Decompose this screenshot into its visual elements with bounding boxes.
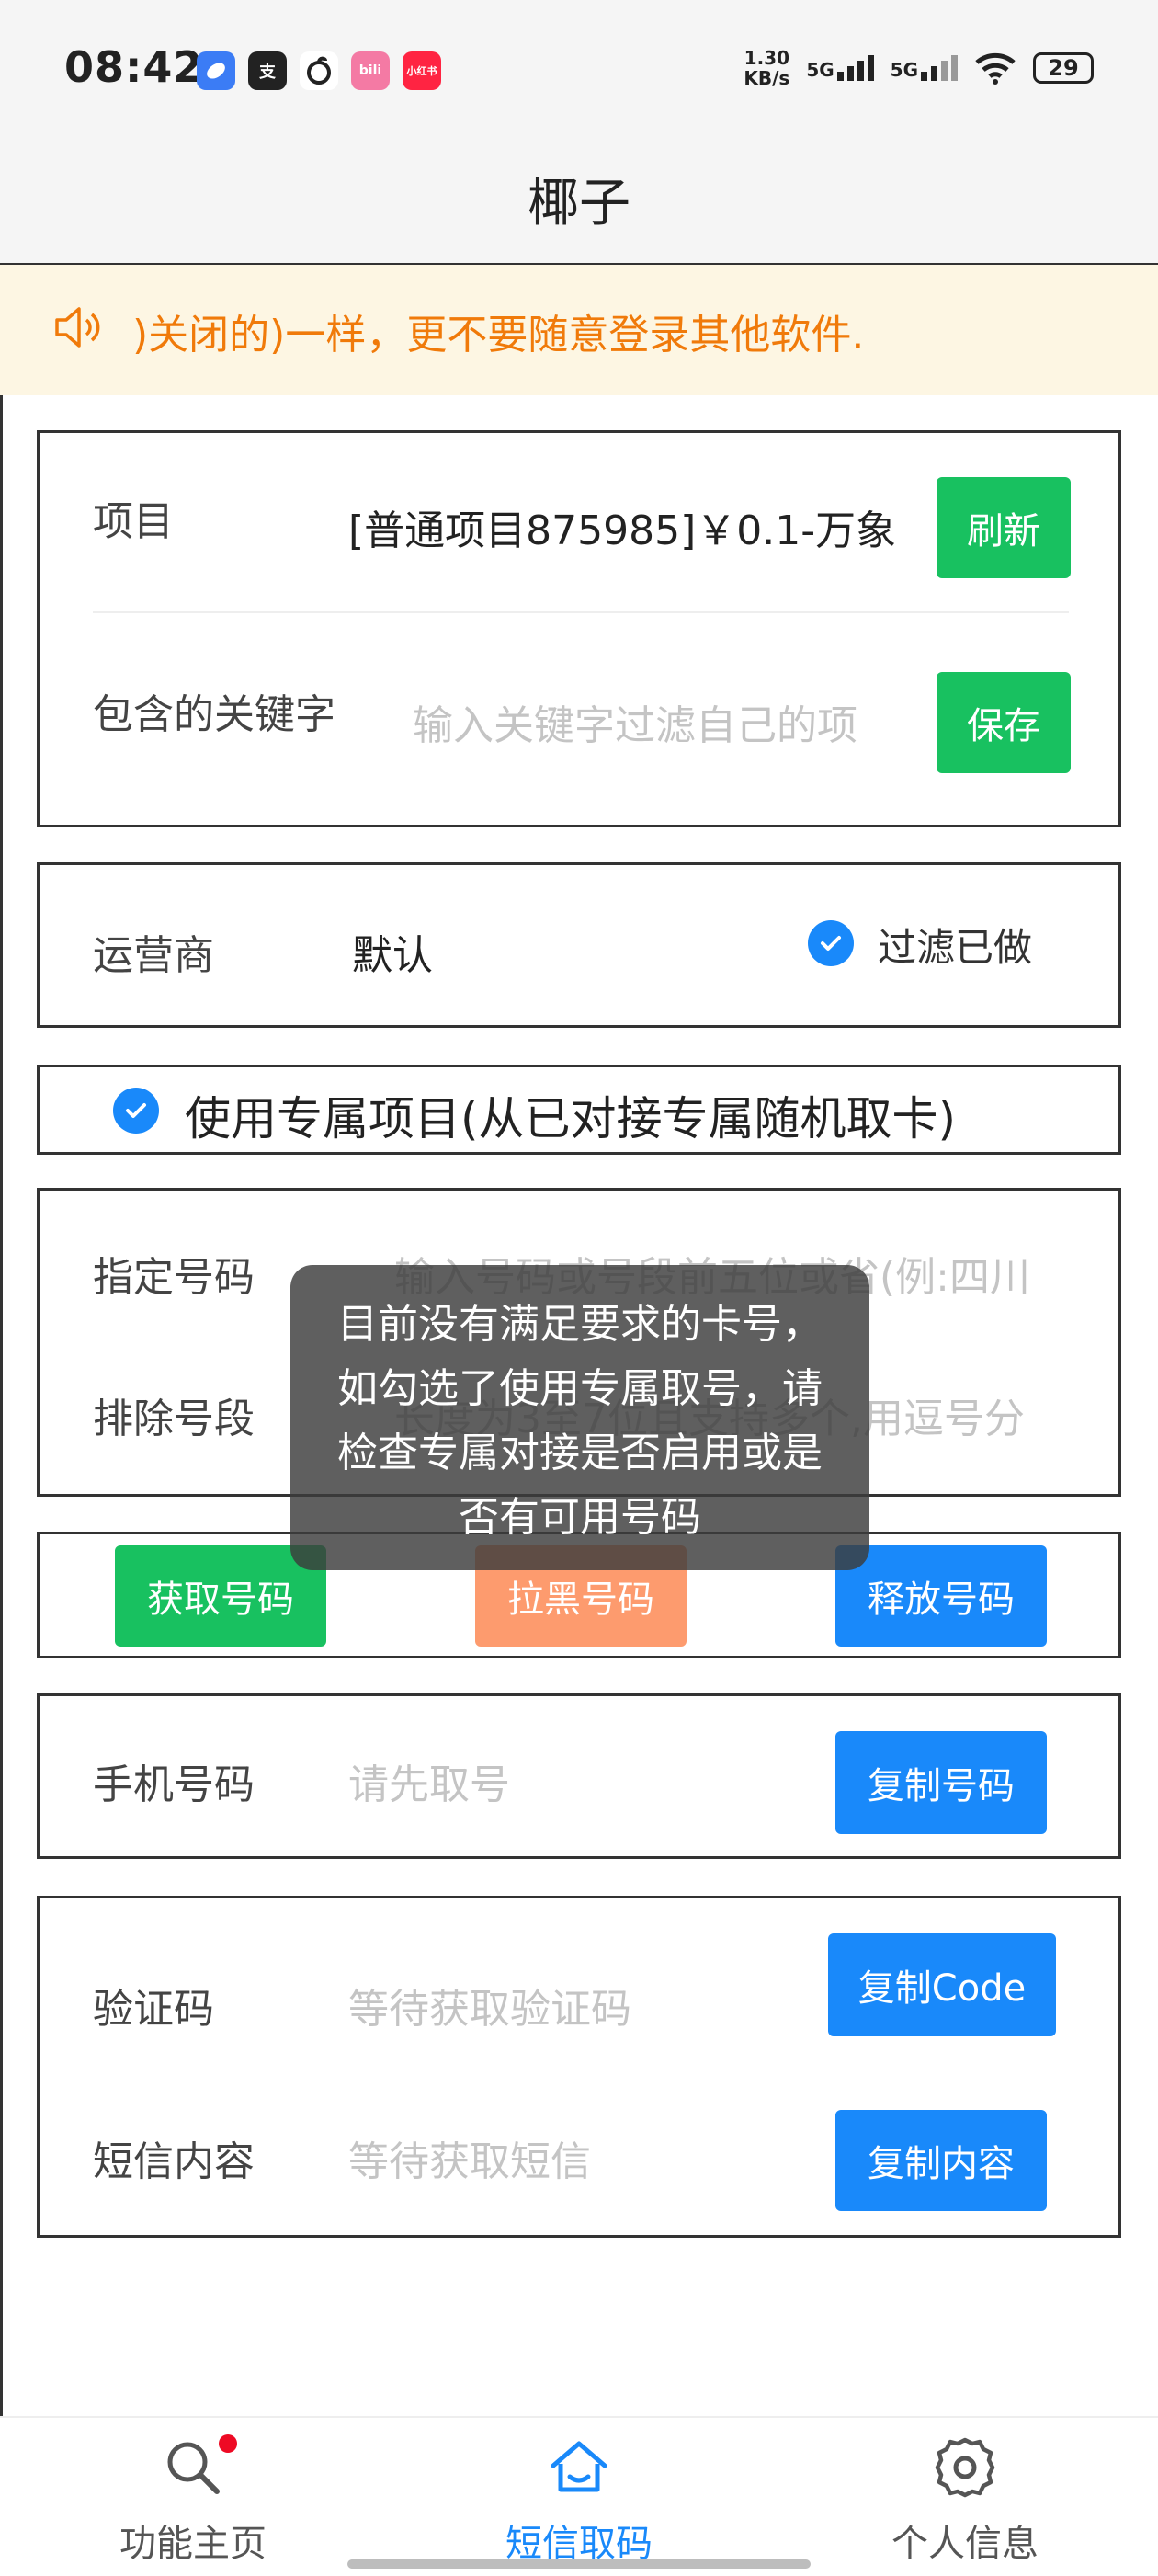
exclusive-label: 使用专属项目(从已对接专属随机取卡): [185, 1092, 957, 1146]
copy-sms-button[interactable]: 复制内容: [835, 2110, 1047, 2211]
project-card: 项目 [普通项目875985]￥0.1-万象 刷新 包含的关键字 输入关键字过滤…: [37, 430, 1121, 827]
check-icon: [821, 936, 841, 951]
signal-bars-icon: [921, 55, 958, 81]
code-card: 验证码 等待获取验证码 复制Code 短信内容 等待获取短信 复制内容: [37, 1896, 1121, 2238]
tab-home[interactable]: 功能主页: [0, 2418, 386, 2576]
tab-label: 个人信息: [891, 2523, 1039, 2565]
signal-5g-2: 5G: [891, 55, 958, 81]
status-app-icons: 支 bili 小红书: [197, 51, 441, 90]
home-icon: [551, 2441, 607, 2492]
refresh-button[interactable]: 刷新: [937, 477, 1071, 578]
wifi-icon: [975, 52, 1016, 85]
tab-sms[interactable]: 短信取码: [386, 2418, 772, 2576]
project-select[interactable]: [普通项目875985]￥0.1-万象: [348, 497, 916, 556]
sms-label: 短信内容: [93, 2138, 255, 2185]
netease-music-app-icon: [300, 51, 338, 90]
toast-message: 目前没有满足要求的卡号，如勾选了使用专属取号，请检查专属对接是否启用或是否有可用…: [290, 1265, 869, 1570]
signal-bars-icon: [836, 55, 874, 81]
release-number-button[interactable]: 释放号码: [835, 1545, 1047, 1647]
keyword-label: 包含的关键字: [93, 691, 335, 738]
check-icon: [126, 1103, 146, 1118]
notice-text: )关闭的)一样，更不要随意登录其他软件.: [132, 312, 865, 359]
keyword-input[interactable]: 输入关键字过滤自己的项: [413, 692, 920, 751]
exclude-segment-label: 排除号段: [93, 1396, 255, 1442]
gear-icon: [935, 2437, 995, 2498]
bilibili-app-icon: bili: [351, 51, 390, 90]
search-icon: [167, 2442, 220, 2494]
code-value: 等待获取验证码: [348, 1986, 631, 2033]
status-indicators: 1.30 KB/s 5G 5G 29: [744, 48, 1094, 88]
battery-indicator: 29: [1033, 52, 1094, 84]
sms-value: 等待获取短信: [348, 2138, 591, 2185]
status-time: 08:42: [64, 42, 204, 92]
notification-badge: [219, 2434, 237, 2453]
speaker-icon: [55, 307, 100, 348]
carrier-label: 运营商: [93, 932, 214, 979]
tab-profile[interactable]: 个人信息: [772, 2418, 1158, 2576]
nav-bar: 椰子: [0, 138, 1158, 265]
divider: [93, 611, 1069, 613]
tab-label: 功能主页: [119, 2523, 267, 2565]
tab-bar: 功能主页 短信取码 个人信息: [0, 2416, 1158, 2576]
exclusive-checkbox[interactable]: [113, 1088, 159, 1134]
project-label: 项目: [93, 498, 174, 545]
xiaohongshu-app-icon: 小红书: [403, 51, 441, 90]
notice-bar[interactable]: )关闭的)一样，更不要随意登录其他软件.: [0, 265, 1158, 395]
phone-card: 手机号码 请先取号 复制号码: [37, 1693, 1121, 1859]
home-indicator[interactable]: [347, 2559, 811, 2569]
code-label: 验证码: [93, 1986, 214, 2033]
copy-number-button[interactable]: 复制号码: [835, 1731, 1047, 1834]
signal-5g-1: 5G: [806, 55, 874, 81]
save-button[interactable]: 保存: [937, 672, 1071, 773]
specify-number-label: 指定号码: [93, 1254, 255, 1301]
exclusive-card: 使用专属项目(从已对接专属随机取卡): [37, 1065, 1121, 1155]
carrier-select[interactable]: 默认: [352, 922, 433, 981]
page-title: 椰子: [528, 174, 630, 234]
copy-code-button[interactable]: 复制Code: [828, 1933, 1056, 2036]
browser-app-icon: [197, 51, 235, 90]
phone-number-label: 手机号码: [93, 1761, 255, 1808]
filter-done-checkbox[interactable]: [808, 920, 854, 966]
alipay-app-icon: 支: [248, 51, 287, 90]
left-border: [0, 265, 3, 2416]
filter-done-label: 过滤已做: [878, 925, 1033, 970]
phone-number-value: 请先取号: [348, 1761, 510, 1808]
network-speed: 1.30 KB/s: [744, 47, 790, 89]
carrier-card: 运营商 默认 过滤已做: [37, 862, 1121, 1028]
status-bar: 08:42 支 bili 小红书 1.30 KB/s 5G 5G 29: [0, 0, 1158, 138]
